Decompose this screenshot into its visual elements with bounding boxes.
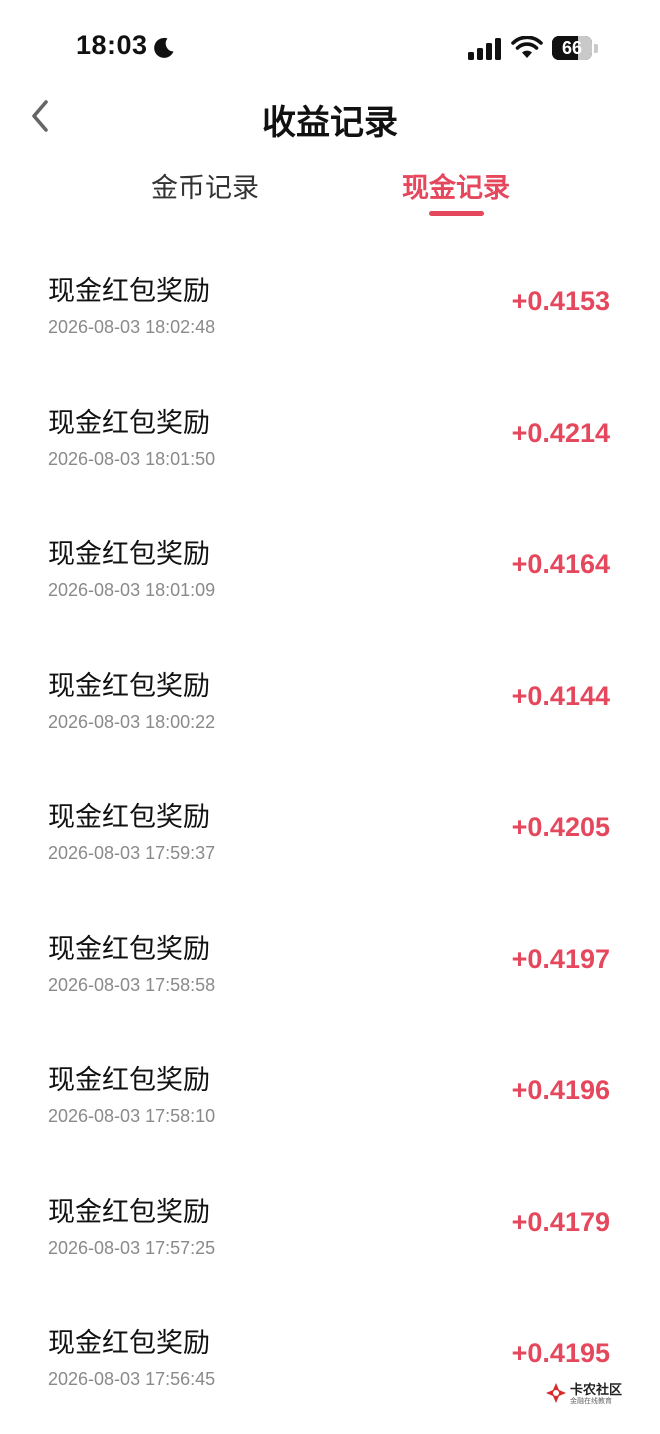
record-time: 2026-08-03 17:58:58 — [48, 974, 216, 995]
record-time: 2026-08-03 17:58:10 — [48, 1106, 216, 1126]
record-amount: +0.4196 — [511, 1075, 610, 1105]
list-item: 现金红包奖励 2026-08-03 18:01:09 +0.4164 — [0, 499, 660, 631]
list-item: 现金红包奖励 2026-08-03 17:58:58 +0.4197 — [0, 894, 660, 1026]
signal-icon — [468, 38, 501, 60]
status-bar: 18:03 66 — [0, 0, 660, 96]
record-amount: +0.4197 — [511, 943, 610, 974]
record-list: 现金红包奖励 2026-08-03 18:02:48 +0.4153 现金红包奖… — [0, 236, 660, 1420]
kanong-logo-icon — [546, 1383, 566, 1403]
record-amount: +0.4195 — [511, 1338, 610, 1368]
record-time: 2026-08-03 18:00:22 — [48, 711, 216, 732]
list-item: 现金红包奖励 2026-08-03 17:59:37 +0.4205 — [0, 762, 660, 894]
moon-icon — [154, 37, 174, 58]
list-item: 现金红包奖励 2026-08-03 18:02:48 +0.4153 — [0, 236, 660, 368]
record-time: 2026-08-03 18:01:50 — [48, 448, 216, 469]
record-time: 2026-08-03 17:56:45 — [48, 1369, 216, 1389]
battery-nub — [594, 44, 598, 53]
record-amount: +0.4179 — [511, 1206, 610, 1237]
record-title: 现金红包奖励 — [48, 802, 210, 833]
record-amount: +0.4214 — [511, 417, 610, 448]
list-item: 现金红包奖励 2026-08-03 18:00:22 +0.4144 — [0, 631, 660, 763]
watermark: 卡农社区 金融在线教育 — [544, 1379, 634, 1409]
record-time: 2026-08-03 17:57:25 — [48, 1237, 216, 1258]
record-time: 2026-08-03 18:02:48 — [48, 317, 216, 337]
record-title: 现金红包奖励 — [48, 670, 210, 702]
record-title: 现金红包奖励 — [48, 1065, 210, 1096]
tab-coin-records[interactable]: 金币记录 — [130, 166, 280, 206]
wifi-icon — [511, 36, 543, 58]
record-amount: +0.4164 — [511, 549, 610, 579]
record-title: 现金红包奖励 — [48, 276, 210, 307]
list-item: 现金红包奖励 2026-08-03 17:58:10 +0.4196 — [0, 1025, 660, 1157]
record-title: 现金红包奖励 — [48, 933, 210, 965]
record-time: 2026-08-03 18:01:09 — [48, 580, 216, 600]
record-title: 现金红包奖励 — [48, 1328, 210, 1359]
page-title: 收益记录 — [262, 103, 398, 143]
record-title: 现金红包奖励 — [48, 539, 210, 570]
tab-active-indicator — [429, 211, 484, 216]
tab-cash-records[interactable]: 现金记录 — [381, 166, 531, 206]
record-amount: +0.4205 — [511, 812, 610, 842]
battery-icon: 66 — [552, 36, 592, 60]
record-amount: +0.4153 — [511, 286, 610, 316]
list-item: 现金红包奖励 2026-08-03 18:01:50 +0.4214 — [0, 368, 660, 500]
record-time: 2026-08-03 17:59:37 — [48, 843, 216, 863]
record-title: 现金红包奖励 — [48, 407, 210, 439]
list-item: 现金红包奖励 2026-08-03 17:57:25 +0.4179 — [0, 1157, 660, 1289]
record-title: 现金红包奖励 — [48, 1196, 210, 1228]
watermark-subtitle: 金融在线教育 — [570, 1397, 612, 1405]
status-time: 18:03 — [76, 30, 148, 60]
record-amount: +0.4144 — [511, 680, 610, 711]
battery-level: 66 — [561, 38, 583, 58]
